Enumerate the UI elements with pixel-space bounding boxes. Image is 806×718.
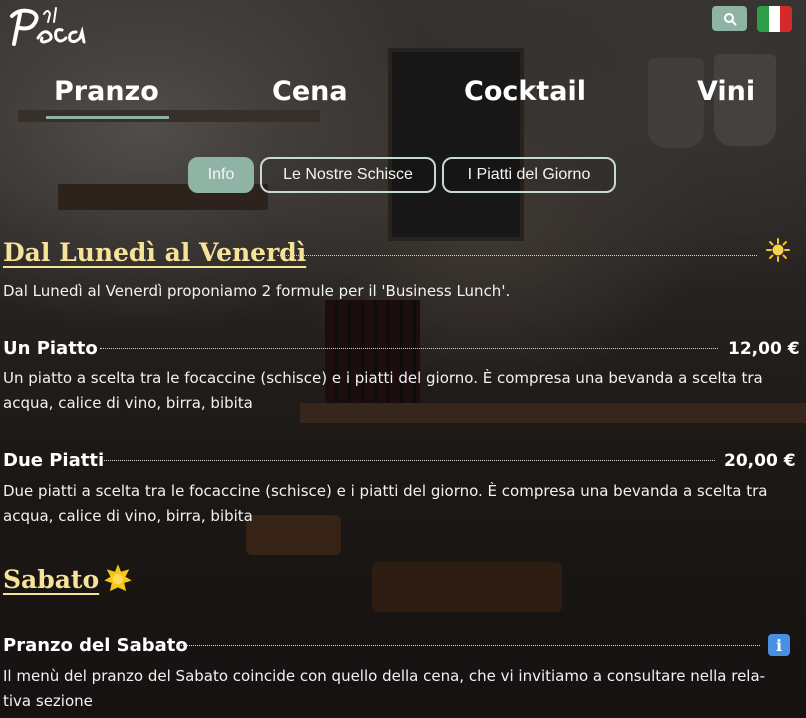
search-button[interactable] [712,6,747,31]
item-description-pranzo-sabato-line2: tiva sezione [3,692,93,710]
item-price-due-piatti: 20,00 € [724,451,796,471]
item-description-due-piatti-line1: Due piatti a scelta tra le focaccine (sc… [3,482,768,500]
item-description-due-piatti-line2: acqua, calice di vino, birra, bibita [3,507,253,525]
tab-le-nostre-schisce[interactable]: Le Nostre Schisce [260,157,436,193]
nav-cena[interactable]: Cena [272,76,348,107]
item-description-un-piatto-line2: acqua, calice di vino, birra, bibita [3,394,253,412]
sun-icon [766,238,790,262]
item-description-un-piatto-line1: Un piatto a scelta tra le focaccine (sch… [3,369,763,387]
dotted-leader [100,348,718,349]
section-title-sabato: Sabato [3,565,100,594]
item-price-un-piatto: 12,00 € [728,339,800,359]
search-icon [723,12,736,25]
section-title-lunedi-venerdi: Dal Lunedì al Venerdì [3,238,307,267]
italian-flag-icon[interactable] [757,6,792,32]
logo[interactable] [4,4,90,50]
item-name-un-piatto: Un Piatto [3,338,98,359]
dotted-leader [277,255,757,256]
dotted-leader [104,460,715,461]
nav-vini[interactable]: Vini [697,76,755,107]
dotted-leader [176,645,760,646]
item-name-due-piatti: Due Piatti [3,450,105,471]
item-name-pranzo-sabato: Pranzo del Sabato [3,635,188,656]
section-description: Dal Lunedì al Venerdì proponiamo 2 formu… [3,282,511,300]
tab-piatti-del-giorno[interactable]: I Piatti del Giorno [442,157,616,193]
main-nav: Pranzo Cena Cocktail Vini [0,76,806,124]
tab-info[interactable]: Info [188,157,254,193]
nav-pranzo[interactable]: Pranzo [46,76,169,119]
info-icon[interactable]: i [768,634,790,656]
sun-icon [104,564,132,592]
item-description-pranzo-sabato-line1: Il menù del pranzo del Sabato coincide c… [3,667,766,685]
nav-cocktail[interactable]: Cocktail [464,76,586,107]
